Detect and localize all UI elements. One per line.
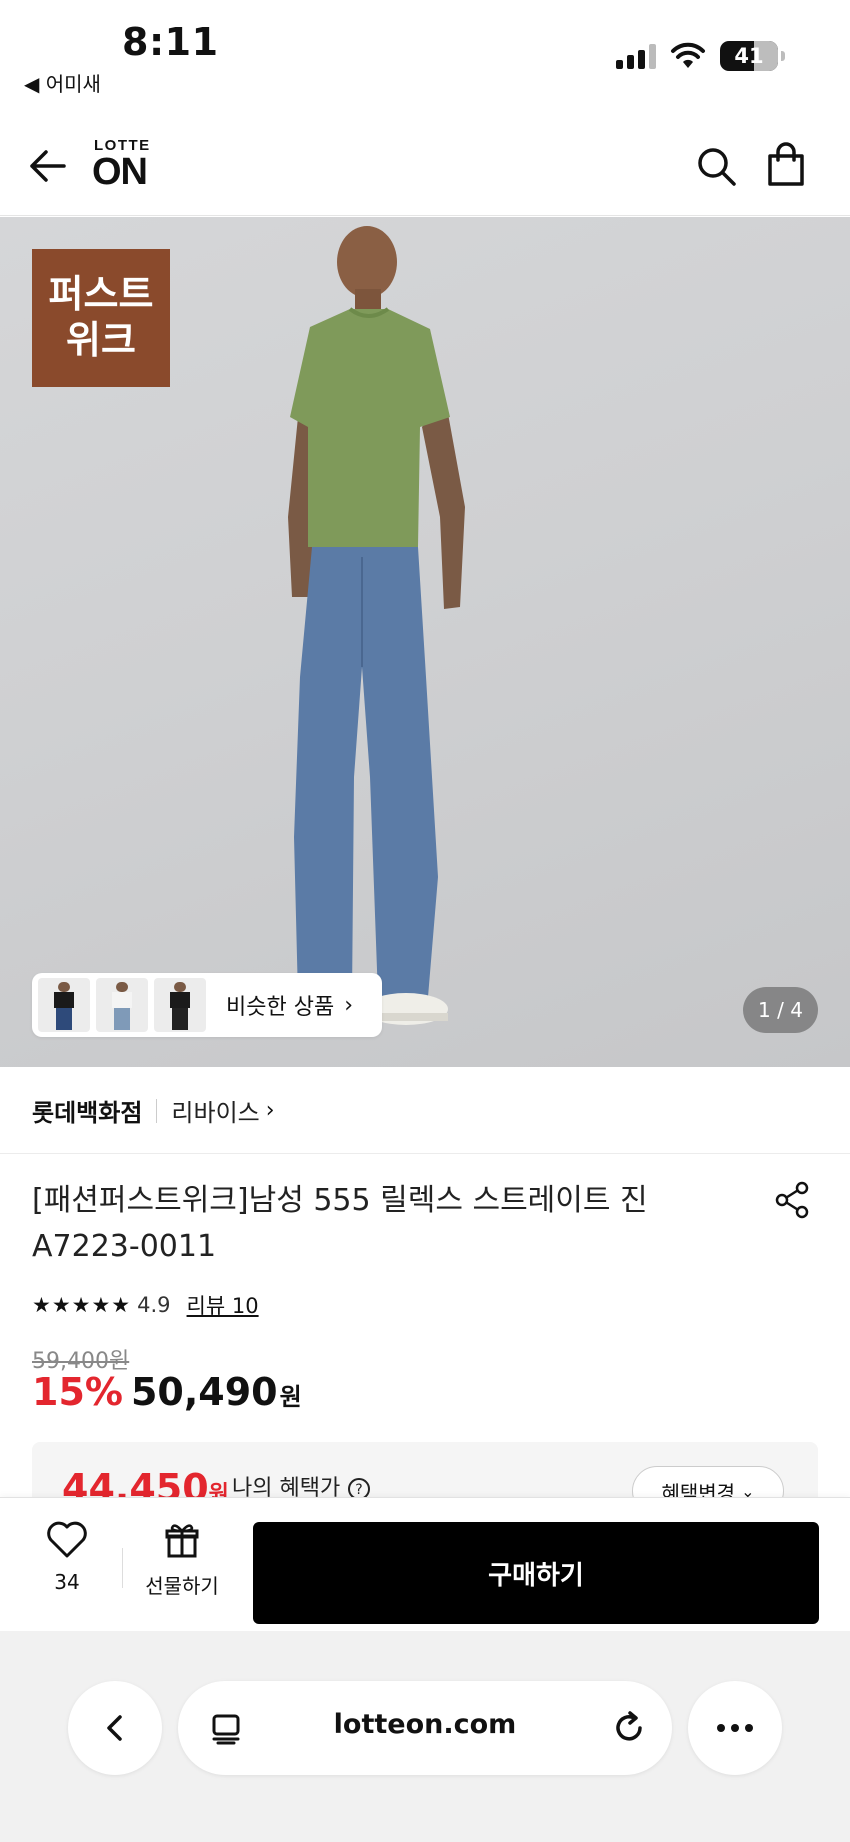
product-title-line2: A7223-0011: [32, 1229, 217, 1264]
url-text: lotteon.com: [333, 1709, 517, 1740]
benefit-label-text: 나의 혜택가: [232, 1476, 341, 1498]
gift-icon: [165, 1524, 199, 1558]
rating-row: ★★★★★ 4.9 리뷰 10: [32, 1290, 259, 1320]
wifi-icon: [671, 42, 705, 68]
battery-icon: 41: [720, 41, 785, 71]
share-icon[interactable]: [772, 1180, 812, 1220]
status-time: 8:11: [122, 20, 219, 64]
like-button[interactable]: 34: [36, 1520, 98, 1606]
similar-thumb-2: [96, 978, 148, 1032]
back-arrow-icon[interactable]: [26, 144, 70, 188]
divider: [156, 1098, 158, 1123]
product-model-image: [286, 226, 465, 1025]
browser-back-button[interactable]: [68, 1681, 162, 1775]
chevron-right-icon: ›: [344, 992, 354, 1018]
more-dots-icon: [717, 1724, 753, 1732]
divider: [122, 1548, 123, 1588]
first-week-badge: 퍼스트 위크: [32, 249, 170, 387]
chevron-left-icon: [107, 1715, 122, 1741]
product-title-line1: [패션퍼스트위크]남성 555 릴렉스 스트레이트 진: [32, 1183, 648, 1218]
similar-products-button[interactable]: 비슷한 상품 ›: [32, 973, 382, 1037]
logo-bottom-text: ON: [92, 151, 148, 193]
similar-thumb-3: [154, 978, 206, 1032]
benefit-currency: 원: [208, 1482, 229, 1498]
cellular-signal-icon: [616, 43, 656, 69]
chevron-down-icon: ⌄: [741, 1481, 755, 1499]
gift-label: 선물하기: [145, 1574, 219, 1598]
like-count: 34: [54, 1570, 80, 1594]
browser-toolbar: lotteon.com: [0, 1631, 850, 1842]
purchase-action-bar: 34 선물하기 구매하기: [0, 1497, 850, 1631]
help-icon[interactable]: ?: [347, 1477, 371, 1498]
star-rating-icon: ★★★★★: [32, 1293, 132, 1317]
lotteon-logo[interactable]: LOTTE ON: [92, 138, 151, 191]
currency-unit: 원: [279, 1383, 302, 1411]
seller-row: 롯데백화점 리바이스 ›: [0, 1068, 850, 1154]
browser-more-button[interactable]: [688, 1681, 782, 1775]
change-benefit-label: 혜택변경: [661, 1480, 736, 1499]
app-header: LOTTE ON: [0, 120, 850, 216]
benefit-price-box: 44,450원 나의 혜택가 ? 혜택변경 ⌄: [32, 1442, 818, 1498]
battery-level: 41: [734, 44, 764, 68]
sale-price: 50,490: [130, 1370, 278, 1414]
badge-line1: 퍼스트: [48, 272, 154, 317]
svg-text:?: ?: [355, 1482, 362, 1498]
store-name[interactable]: 롯데백화점: [32, 1093, 142, 1128]
similar-thumb-1: [38, 978, 90, 1032]
gift-button[interactable]: 선물하기: [134, 1520, 230, 1606]
rating-value: 4.9: [137, 1293, 171, 1317]
benefit-price: 44,450원: [62, 1466, 229, 1498]
brand-link[interactable]: 리바이스: [171, 1093, 259, 1128]
status-icons: 41: [616, 40, 785, 72]
product-image-carousel[interactable]: 퍼스트 위크 비슷한 상품 › 1 / 4: [0, 217, 850, 1067]
search-icon[interactable]: [694, 144, 738, 188]
back-to-app-link[interactable]: ◀ 어미새: [24, 68, 101, 97]
badge-line2: 위크: [66, 318, 136, 362]
image-page-indicator: 1 / 4: [743, 987, 818, 1033]
product-title: [패션퍼스트위크]남성 555 릴렉스 스트레이트 진 A7223-0011: [32, 1178, 672, 1270]
change-benefit-button[interactable]: 혜택변경 ⌄: [632, 1466, 784, 1498]
heart-icon: [47, 1521, 87, 1558]
reload-icon[interactable]: [610, 1709, 648, 1747]
discount-rate: 15%: [32, 1370, 123, 1414]
status-bar: 8:11 ◀ 어미새 41: [0, 0, 850, 110]
review-link[interactable]: 리뷰 10: [187, 1290, 259, 1320]
similar-products-label: 비슷한 상품: [226, 995, 335, 1020]
address-bar[interactable]: lotteon.com: [178, 1681, 672, 1775]
benefit-price-value: 44,450: [62, 1466, 209, 1498]
buy-button[interactable]: 구매하기: [253, 1522, 819, 1624]
chevron-right-icon: ›: [265, 1098, 275, 1123]
shopping-bag-icon[interactable]: [764, 142, 808, 188]
benefit-label: 나의 혜택가 ?: [232, 1470, 371, 1498]
price-row: 15% 50,490 원: [32, 1370, 302, 1414]
